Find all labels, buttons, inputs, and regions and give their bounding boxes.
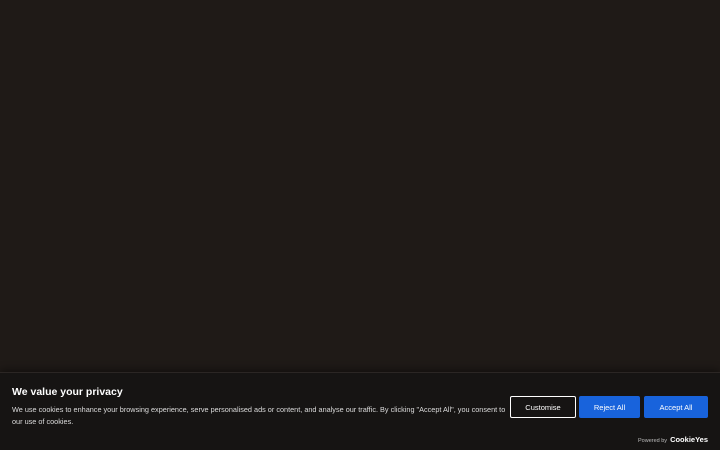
reject-all-button[interactable]: Reject All	[579, 396, 640, 418]
customise-button[interactable]: Customise	[510, 396, 576, 418]
cookie-consent-banner: We value your privacy We use cookies to …	[0, 372, 720, 450]
banner-description: We use cookies to enhance your browsing …	[12, 405, 506, 426]
powered-by-link[interactable]: Powered by CookieYes	[638, 435, 708, 444]
cookieyes-logo: CookieYes	[670, 435, 708, 444]
page-background: We value your privacy We use cookies to …	[0, 0, 720, 450]
accept-all-button[interactable]: Accept All	[644, 396, 708, 418]
powered-by-label: Powered by	[638, 438, 668, 444]
banner-title: We value your privacy	[12, 386, 123, 398]
